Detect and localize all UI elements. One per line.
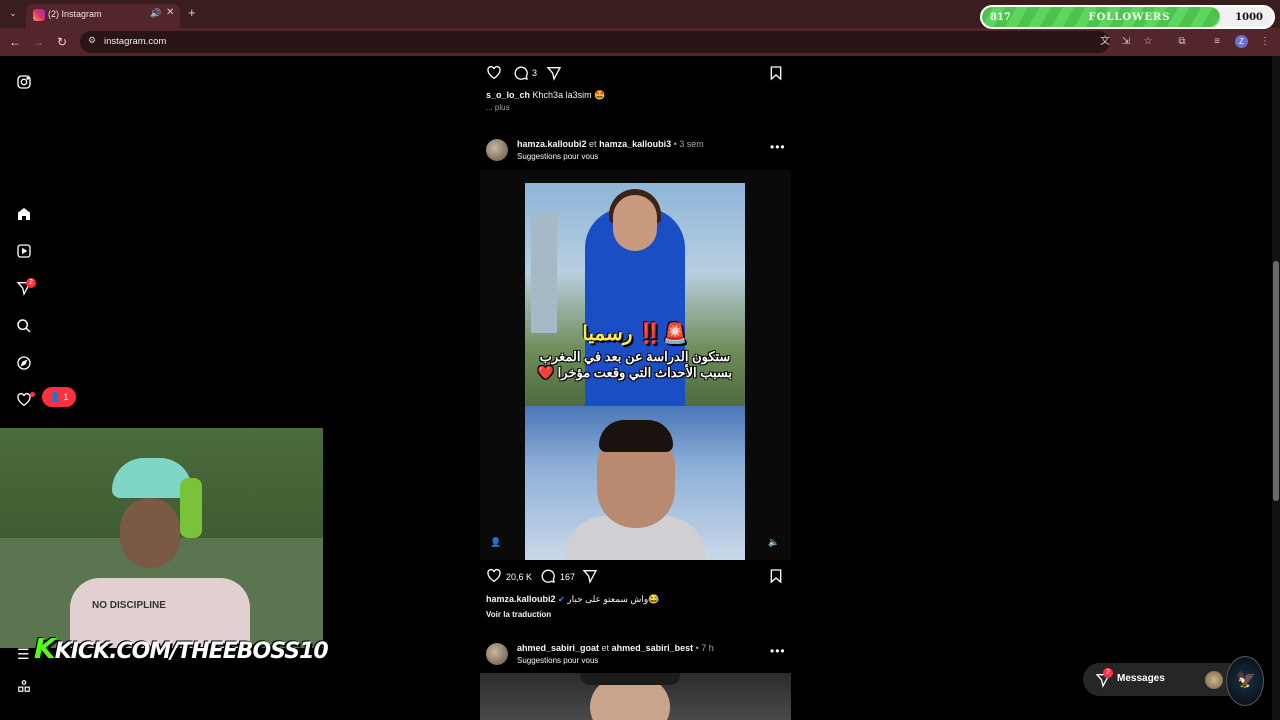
home-icon[interactable] xyxy=(16,206,32,222)
like-heart-icon[interactable] xyxy=(486,568,502,589)
tab-audio-icon[interactable]: 🔊 xyxy=(150,8,161,19)
bookmark-star-icon[interactable]: ☆ xyxy=(1141,35,1155,49)
messages-badge: 2 xyxy=(1103,668,1113,678)
tagged-user-icon[interactable]: 👤 xyxy=(490,537,501,548)
instagram-favicon-icon xyxy=(33,9,45,21)
explore-compass-icon[interactable] xyxy=(16,355,32,371)
follow-requests-count: 1 xyxy=(63,392,69,402)
address-bar[interactable]: ⚙ instagram.com xyxy=(80,31,1110,53)
post-caption: hamza.kalloubi2 ✔ واش سمعتو على خبار😂 xyxy=(486,594,660,605)
notifications-dot xyxy=(30,392,35,397)
followers-label: FOLLOWERS xyxy=(1088,12,1171,23)
mute-sound-icon[interactable]: 🔈 xyxy=(768,537,779,548)
url-text: instagram.com xyxy=(104,36,167,47)
post-username-1[interactable]: hamza.kalloubi2 xyxy=(517,139,587,149)
follow-requests-pill[interactable]: 👤 1 xyxy=(42,387,76,407)
tab-title: (2) Instagram xyxy=(48,9,102,19)
caption-text: واش سمعتو على خبار😂 xyxy=(567,594,660,604)
scrollbar-thumb[interactable] xyxy=(1273,261,1279,501)
browser-menu-icon[interactable]: ⋮ xyxy=(1258,35,1272,49)
eagle-icon: 🦅 xyxy=(1236,672,1256,689)
video-subtitle-arabic: ستكون الدراسة عن بعد في المغرب بسبب الأح… xyxy=(537,349,733,380)
caption-username[interactable]: s_o_lo_ch xyxy=(486,90,530,100)
tab-close-icon[interactable]: ✕ xyxy=(166,7,174,18)
post-time: • 7 h xyxy=(695,643,714,653)
extensions-icon[interactable]: ⧉ xyxy=(1175,35,1189,49)
new-tab-button[interactable]: + xyxy=(188,5,196,20)
forward-button[interactable]: → xyxy=(30,34,46,50)
save-bookmark-icon[interactable] xyxy=(768,568,784,589)
see-translation-link[interactable]: Voir la traduction xyxy=(486,610,551,619)
kick-watermark: KKICK.COM/THEEBOSS10 xyxy=(34,632,329,665)
reading-list-icon[interactable]: ≡ xyxy=(1210,35,1224,49)
messages-avatar xyxy=(1205,671,1223,689)
person-icon: 👤 xyxy=(49,392,61,402)
comments-count[interactable]: 167 xyxy=(560,572,575,582)
followers-goal: 1000 xyxy=(1235,12,1263,23)
post-username-2[interactable]: hamza_kalloubi3 xyxy=(599,139,671,149)
tab-search-dropdown-icon[interactable]: ⌄ xyxy=(6,6,20,20)
comment-icon[interactable] xyxy=(540,568,556,589)
eagle-emblem-logo: 🦅 xyxy=(1226,656,1264,706)
post-time: • 3 sem xyxy=(673,139,704,149)
post-options-icon[interactable]: ••• xyxy=(770,644,786,658)
post-avatar[interactable] xyxy=(486,139,508,161)
instagram-logo-icon[interactable] xyxy=(16,74,32,90)
prev-caption: s_o_lo_ch Khch3a la3sim 🤩 xyxy=(486,90,605,101)
site-info-icon[interactable]: ⚙ xyxy=(88,35,96,46)
video-title-arabic: رسميا ‼️🚨 xyxy=(582,323,688,345)
post-header: hamza.kalloubi2 et hamza_kalloubi3 • 3 s… xyxy=(517,139,704,149)
reels-icon[interactable] xyxy=(16,243,32,259)
post-header: ahmed_sabiri_goat et ahmed_sabiri_best •… xyxy=(517,643,714,653)
browser-tab-instagram[interactable]: (2) Instagram 🔊 ✕ xyxy=(26,4,180,28)
browser-toolbar: ← → ↻ ⚙ instagram.com 文 ⇲ ☆ ⧉ ≡ ⋮ xyxy=(0,28,1280,56)
notifications-badge: 2 xyxy=(26,278,36,288)
caption-username[interactable]: hamza.kalloubi2 xyxy=(486,594,556,604)
post-suggestion-label: Suggestions pour vous xyxy=(517,656,599,665)
post-avatar[interactable] xyxy=(486,643,508,665)
search-icon[interactable] xyxy=(16,318,32,334)
caption-text: Khch3a la3sim 🤩 xyxy=(532,90,606,100)
post-suggestion-label: Suggestions pour vous xyxy=(517,152,599,161)
post-joiner: et xyxy=(589,139,597,149)
install-app-icon[interactable]: ⇲ xyxy=(1119,35,1133,49)
post-joiner: et xyxy=(601,643,610,653)
save-bookmark-icon[interactable] xyxy=(768,65,784,86)
post-username-2[interactable]: ahmed_sabiri_best xyxy=(612,643,694,653)
reload-button[interactable]: ↻ xyxy=(54,34,70,50)
video-bottom-frame xyxy=(525,406,745,560)
page-scrollbar[interactable] xyxy=(1272,56,1280,720)
back-button[interactable]: ← xyxy=(7,34,23,50)
verified-badge-icon: ✔ xyxy=(558,595,565,604)
next-post-media[interactable] xyxy=(480,673,791,720)
share-icon[interactable] xyxy=(582,568,598,589)
followers-goal-overlay: 817 FOLLOWERS 1000 xyxy=(980,5,1275,29)
also-from-meta-icon[interactable] xyxy=(17,679,31,693)
more-menu-icon[interactable]: ☰ xyxy=(17,646,31,663)
share-icon[interactable] xyxy=(546,65,562,86)
like-heart-icon[interactable] xyxy=(486,65,502,86)
comments-count: 3 xyxy=(532,68,538,78)
browser-profile-avatar[interactable]: Z xyxy=(1235,35,1248,48)
likes-count[interactable]: 20,6 K xyxy=(506,572,532,582)
post-options-icon[interactable]: ••• xyxy=(770,140,786,154)
streamer-webcam: NO DISCIPLINE xyxy=(0,428,323,648)
more-link[interactable]: ... plus xyxy=(486,103,510,112)
translate-icon[interactable]: 文 xyxy=(1098,35,1112,49)
shirt-text: NO DISCIPLINE xyxy=(92,600,166,611)
post-username-1[interactable]: ahmed_sabiri_goat xyxy=(517,643,599,653)
video-top-frame: رسميا ‼️🚨 ستكون الدراسة عن بعد في المغرب… xyxy=(525,183,745,406)
messages-label: Messages xyxy=(1117,673,1165,684)
comment-icon[interactable] xyxy=(513,65,529,86)
